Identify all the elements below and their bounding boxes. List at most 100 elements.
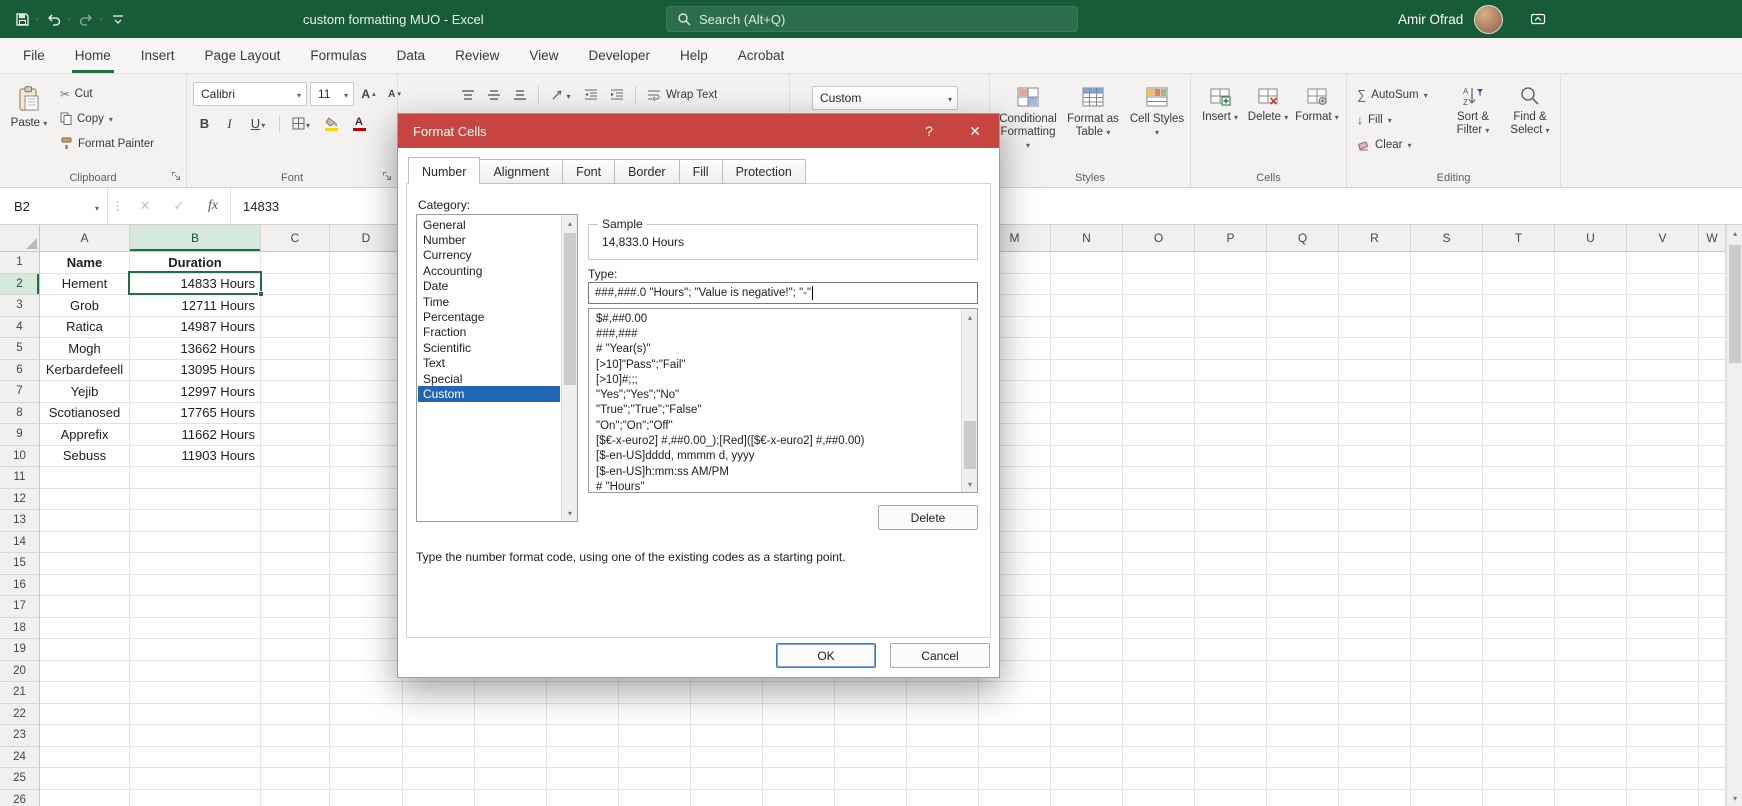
cell-v2[interactable] xyxy=(1627,273,1699,295)
cell-p25[interactable] xyxy=(1195,768,1267,790)
scroll-up-icon[interactable] xyxy=(962,309,977,325)
cell-m26[interactable] xyxy=(979,789,1051,806)
cell-u16[interactable] xyxy=(1555,574,1627,596)
cell-l24[interactable] xyxy=(907,746,979,768)
cell-f26[interactable] xyxy=(475,789,547,806)
cell-o7[interactable] xyxy=(1123,381,1195,403)
cell-u22[interactable] xyxy=(1555,703,1627,725)
cell-o17[interactable] xyxy=(1123,596,1195,618)
menu-tab-data[interactable]: Data xyxy=(382,38,441,73)
cell-n15[interactable] xyxy=(1051,553,1123,575)
cell-i24[interactable] xyxy=(691,746,763,768)
column-header-d[interactable]: D xyxy=(330,225,403,252)
row-header-6[interactable]: 6 xyxy=(0,359,40,381)
category-option-general[interactable]: General xyxy=(418,217,560,232)
cell-i25[interactable] xyxy=(691,768,763,790)
cell-s2[interactable] xyxy=(1411,273,1483,295)
top-align-button[interactable] xyxy=(456,83,479,106)
cell-u24[interactable] xyxy=(1555,746,1627,768)
cell-c21[interactable] xyxy=(261,682,330,704)
cell-n2[interactable] xyxy=(1051,273,1123,295)
row-header-2[interactable]: 2 xyxy=(0,273,40,295)
cell-o19[interactable] xyxy=(1123,639,1195,661)
column-header-o[interactable]: O xyxy=(1123,225,1195,252)
cell-s12[interactable] xyxy=(1411,488,1483,510)
cell-w8[interactable] xyxy=(1699,402,1726,424)
ok-button[interactable]: OK xyxy=(776,643,876,668)
cell-a15[interactable] xyxy=(40,553,130,575)
increase-font-size-button[interactable]: A ▴ xyxy=(357,83,380,106)
redo-button[interactable] xyxy=(74,6,98,32)
dialog-help-button[interactable]: ? xyxy=(907,114,951,148)
cell-f21[interactable] xyxy=(475,682,547,704)
cell-q18[interactable] xyxy=(1267,617,1339,639)
cell-h21[interactable] xyxy=(619,682,691,704)
cell-a19[interactable] xyxy=(40,639,130,661)
cell-w13[interactable] xyxy=(1699,510,1726,532)
cell-k25[interactable] xyxy=(835,768,907,790)
cell-u17[interactable] xyxy=(1555,596,1627,618)
cell-p17[interactable] xyxy=(1195,596,1267,618)
cell-b8[interactable]: 17765 Hours xyxy=(130,402,261,424)
cell-a26[interactable] xyxy=(40,789,130,806)
cell-r21[interactable] xyxy=(1339,682,1411,704)
cell-o4[interactable] xyxy=(1123,316,1195,338)
cell-r4[interactable] xyxy=(1339,316,1411,338)
cell-t15[interactable] xyxy=(1483,553,1555,575)
cell-n6[interactable] xyxy=(1051,359,1123,381)
cell-v3[interactable] xyxy=(1627,295,1699,317)
cell-c18[interactable] xyxy=(261,617,330,639)
format-code-option[interactable]: [$-en-US]h:mm:ss AM/PM xyxy=(590,464,960,479)
italic-button[interactable]: I xyxy=(218,112,241,135)
cell-e23[interactable] xyxy=(403,725,475,747)
cell-s22[interactable] xyxy=(1411,703,1483,725)
cell-g26[interactable] xyxy=(547,789,619,806)
cell-p3[interactable] xyxy=(1195,295,1267,317)
cell-q25[interactable] xyxy=(1267,768,1339,790)
cell-p8[interactable] xyxy=(1195,402,1267,424)
cell-j21[interactable] xyxy=(763,682,835,704)
cell-t6[interactable] xyxy=(1483,359,1555,381)
cell-r5[interactable] xyxy=(1339,338,1411,360)
cell-q1[interactable] xyxy=(1267,252,1339,274)
cell-b6[interactable]: 13095 Hours xyxy=(130,359,261,381)
cell-d14[interactable] xyxy=(330,531,403,553)
cell-q8[interactable] xyxy=(1267,402,1339,424)
cell-q4[interactable] xyxy=(1267,316,1339,338)
cell-g25[interactable] xyxy=(547,768,619,790)
cell-u12[interactable] xyxy=(1555,488,1627,510)
cell-c17[interactable] xyxy=(261,596,330,618)
cell-r24[interactable] xyxy=(1339,746,1411,768)
cell-v5[interactable] xyxy=(1627,338,1699,360)
cell-w22[interactable] xyxy=(1699,703,1726,725)
scroll-up-icon[interactable] xyxy=(562,215,578,231)
cell-s3[interactable] xyxy=(1411,295,1483,317)
cell-a20[interactable] xyxy=(40,660,130,682)
cell-p13[interactable] xyxy=(1195,510,1267,532)
cell-s17[interactable] xyxy=(1411,596,1483,618)
cell-t25[interactable] xyxy=(1483,768,1555,790)
cell-w7[interactable] xyxy=(1699,381,1726,403)
cell-t24[interactable] xyxy=(1483,746,1555,768)
cell-p26[interactable] xyxy=(1195,789,1267,806)
cell-t23[interactable] xyxy=(1483,725,1555,747)
column-header-b[interactable]: B xyxy=(130,225,261,252)
cell-g22[interactable] xyxy=(547,703,619,725)
cell-g23[interactable] xyxy=(547,725,619,747)
cell-e22[interactable] xyxy=(403,703,475,725)
cell-c9[interactable] xyxy=(261,424,330,446)
cell-c13[interactable] xyxy=(261,510,330,532)
menu-tab-help[interactable]: Help xyxy=(665,38,723,73)
underline-button[interactable]: U xyxy=(243,112,273,135)
cell-q24[interactable] xyxy=(1267,746,1339,768)
dialog-close-button[interactable]: ✕ xyxy=(953,114,997,148)
column-header-w[interactable]: W xyxy=(1699,225,1726,252)
scroll-up-icon[interactable] xyxy=(1727,225,1742,241)
cell-j23[interactable] xyxy=(763,725,835,747)
row-header-16[interactable]: 16 xyxy=(0,574,40,596)
cell-d22[interactable] xyxy=(330,703,403,725)
cell-d7[interactable] xyxy=(330,381,403,403)
cell-s5[interactable] xyxy=(1411,338,1483,360)
cell-d6[interactable] xyxy=(330,359,403,381)
cell-d1[interactable] xyxy=(330,252,403,274)
